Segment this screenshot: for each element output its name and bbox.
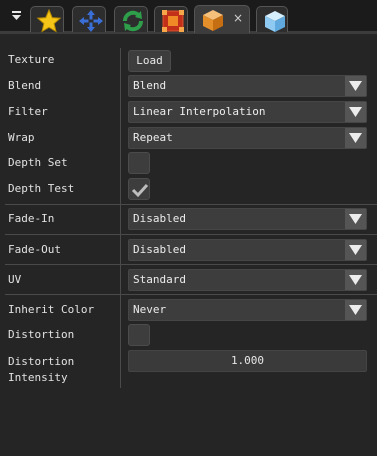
section-separator <box>5 204 377 205</box>
menu-dropdown-icon <box>12 11 21 20</box>
distortion-label: Distortion <box>8 328 75 341</box>
scale-icon <box>162 10 184 32</box>
box-orange-icon <box>203 10 223 31</box>
wrap-value: Repeat <box>133 131 173 144</box>
filter-value: Linear Interpolation <box>133 105 266 118</box>
rotate-icon <box>123 10 143 32</box>
uv-arrow[interactable] <box>345 270 366 290</box>
fade-out-label: Fade-Out <box>8 243 61 256</box>
checkmark-icon <box>131 183 149 198</box>
wrap-label: Wrap <box>8 131 35 144</box>
depth-set-checkbox[interactable] <box>128 152 150 174</box>
depth-set-label: Depth Set <box>8 156 68 169</box>
distortion-checkbox[interactable] <box>128 324 150 346</box>
fade-in-label: Fade-In <box>8 212 55 225</box>
blend-arrow[interactable] <box>345 76 366 96</box>
tab-location[interactable] <box>72 6 106 32</box>
dropdown-arrow-icon <box>349 81 362 91</box>
dropdown-arrow-icon <box>349 107 362 117</box>
dropdown-arrow-icon <box>349 214 362 224</box>
fade-in-value: Disabled <box>133 212 186 225</box>
inherit-color-label: Inherit Color <box>8 303 95 316</box>
tab-scale[interactable] <box>154 6 188 32</box>
tab-bar: × <box>0 0 377 34</box>
tab-renderer[interactable]: × <box>194 5 250 33</box>
wrap-arrow[interactable] <box>345 128 366 148</box>
uv-value: Standard <box>133 273 186 286</box>
depth-test-checkbox[interactable] <box>128 178 150 200</box>
blend-dropdown[interactable]: Blend <box>128 75 367 97</box>
uv-dropdown[interactable]: Standard <box>128 269 367 291</box>
move-arrows-icon <box>79 10 103 32</box>
tab-node[interactable] <box>256 6 288 32</box>
box-blue-icon <box>265 11 285 32</box>
dropdown-arrow-icon <box>349 305 362 315</box>
distortion-intensity-field[interactable]: 1.000 <box>128 350 367 372</box>
inherit-color-value: Never <box>133 303 167 316</box>
fade-out-value: Disabled <box>133 243 186 256</box>
distortion-intensity-label-line2: Intensity <box>8 371 68 384</box>
fade-in-arrow[interactable] <box>345 209 366 229</box>
filter-dropdown[interactable]: Linear Interpolation <box>128 101 367 123</box>
tab-rotation[interactable] <box>114 6 148 32</box>
fade-in-dropdown[interactable]: Disabled <box>128 208 367 230</box>
star-icon <box>36 9 62 33</box>
dropdown-arrow-icon <box>349 245 362 255</box>
texture-load-button[interactable]: Load <box>128 50 171 72</box>
fade-out-arrow[interactable] <box>345 240 366 260</box>
filter-label: Filter <box>8 105 48 118</box>
fade-out-dropdown[interactable]: Disabled <box>128 239 367 261</box>
tab-common[interactable] <box>30 6 64 33</box>
inherit-color-arrow[interactable] <box>345 300 366 320</box>
inherit-color-dropdown[interactable]: Never <box>128 299 367 321</box>
blend-label: Blend <box>8 79 42 92</box>
panel-menu-button[interactable] <box>4 5 24 25</box>
distortion-intensity-label-line1: Distortion <box>8 355 75 368</box>
wrap-dropdown[interactable]: Repeat <box>128 127 367 149</box>
depth-test-label: Depth Test <box>8 182 75 195</box>
section-separator <box>5 264 377 265</box>
section-separator <box>5 294 377 295</box>
texture-label: Texture <box>8 53 55 66</box>
dropdown-arrow-icon <box>349 275 362 285</box>
dropdown-arrow-icon <box>349 133 362 143</box>
section-separator <box>5 234 377 235</box>
label-column-divider <box>120 48 121 388</box>
blend-value: Blend <box>133 79 167 92</box>
uv-label: UV <box>8 273 22 286</box>
tab-close-button[interactable]: × <box>233 11 243 25</box>
filter-arrow[interactable] <box>345 102 366 122</box>
